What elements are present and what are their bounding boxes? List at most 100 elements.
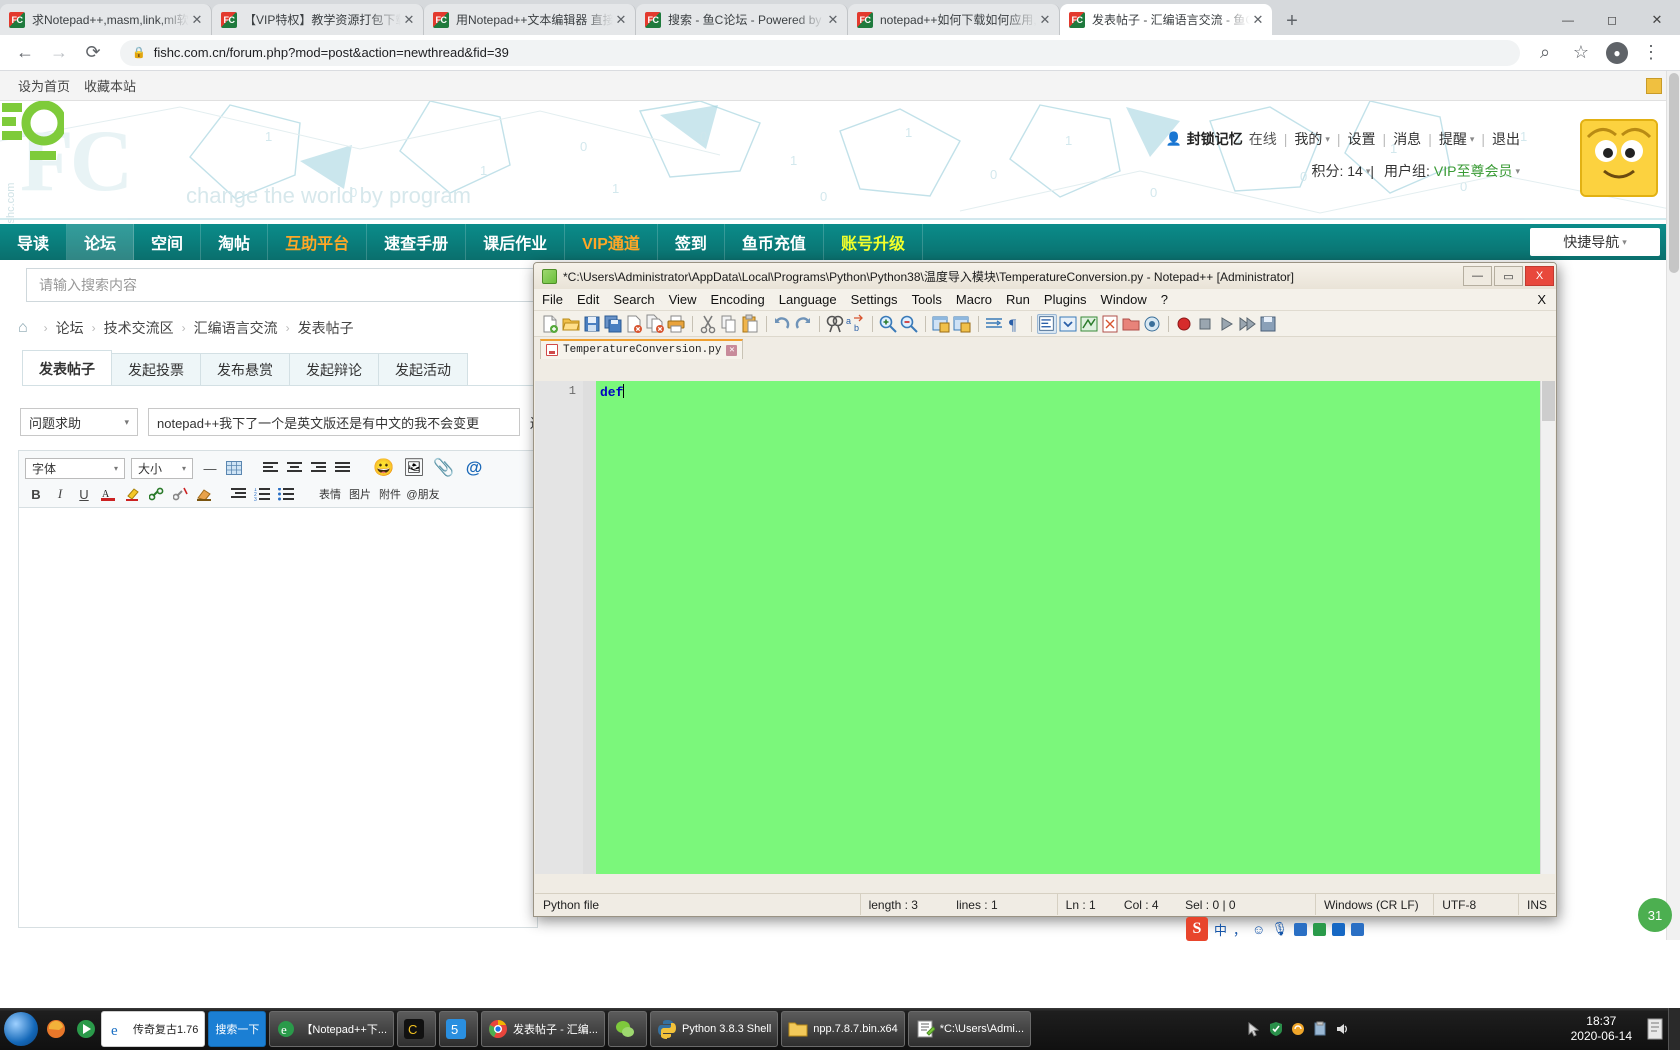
nav-item-qiandao[interactable]: 签到 <box>658 224 725 260</box>
print-icon[interactable] <box>666 314 686 334</box>
align-left-icon[interactable] <box>259 457 281 479</box>
close-document-icon[interactable]: X <box>1537 292 1546 307</box>
breadcrumb-item-forum[interactable]: 论坛 <box>56 318 84 338</box>
tab-close-icon[interactable]: ✕ <box>189 12 205 28</box>
align-justify-icon[interactable] <box>331 457 353 479</box>
tray-mouse-icon[interactable] <box>1243 1018 1265 1040</box>
taskbar-item-legend[interactable]: e 传奇复古1.76 <box>101 1011 206 1047</box>
nav-item-luntan[interactable]: 论坛 <box>67 224 135 260</box>
document-tab[interactable]: TemperatureConversion.py ✕ <box>540 339 744 359</box>
taskbar-clock[interactable]: 18:37 2020-06-14 <box>1571 1014 1642 1044</box>
taskbar-extra-icon[interactable] <box>1642 1012 1668 1046</box>
profile-avatar[interactable]: ● <box>1606 41 1628 64</box>
font-size-select[interactable]: 大小 ▾ <box>131 457 193 479</box>
menu-edit[interactable]: Edit <box>577 292 599 307</box>
zoom-out-icon[interactable] <box>899 314 919 334</box>
align-right-icon[interactable] <box>307 457 329 479</box>
page-scrollbar[interactable] <box>1666 71 1680 940</box>
find-icon[interactable] <box>825 314 845 334</box>
ime-mic-icon[interactable]: 🎙 <box>1271 921 1288 937</box>
italic-button[interactable]: I <box>49 483 71 505</box>
align-center-icon[interactable] <box>283 457 305 479</box>
browser-tab[interactable]: FC 求Notepad++,masm,link,ml软 ✕ <box>0 4 212 35</box>
forward-icon[interactable]: → <box>44 38 74 68</box>
nav-item-zhanghaoshengji[interactable]: 账号升级 <box>824 224 923 260</box>
notepadpp-window[interactable]: *C:\Users\Administrator\AppData\Local\Pr… <box>533 262 1557 917</box>
browser-menu-icon[interactable]: ⋮ <box>1636 38 1666 68</box>
username-label[interactable]: 封锁记忆 <box>1187 129 1243 149</box>
menu-macro[interactable]: Macro <box>956 292 992 307</box>
replace-icon[interactable]: ab <box>846 314 866 334</box>
attachment-icon[interactable]: 📎 <box>429 455 459 481</box>
tab-close-icon[interactable]: ✕ <box>613 12 629 28</box>
menu-view[interactable]: View <box>669 292 697 307</box>
macro-play-icon[interactable] <box>1216 314 1236 334</box>
code-text-area[interactable]: def <box>596 381 1555 874</box>
ui-switch-icon[interactable] <box>1058 314 1078 334</box>
menu-settings[interactable]: Settings <box>851 292 898 307</box>
taskbar-item-search[interactable]: 搜索一下 <box>208 1011 267 1047</box>
close-all-icon[interactable] <box>645 314 665 334</box>
back-icon[interactable]: ← <box>10 38 40 68</box>
bold-button[interactable]: B <box>25 483 47 505</box>
new-file-icon[interactable] <box>540 314 560 334</box>
breadcrumb-item-tech[interactable]: 技术交流区 <box>104 318 174 338</box>
underline-button[interactable]: U <box>73 483 95 505</box>
quick-nav-button[interactable]: 快捷导航 ▾ <box>1530 228 1660 256</box>
menu-search[interactable]: Search <box>613 292 654 307</box>
tab-new-debate[interactable]: 发起辩论 <box>289 353 379 386</box>
home-icon[interactable]: ⌂ <box>18 319 28 337</box>
nav-item-daodu[interactable]: 导读 <box>0 224 68 260</box>
taskbar-item-app-5[interactable]: 5 <box>439 1011 479 1047</box>
menu-encoding[interactable]: Encoding <box>711 292 765 307</box>
tab-close-icon[interactable]: ✕ <box>1250 12 1266 28</box>
save-icon[interactable] <box>582 314 602 334</box>
ime-punct-icon[interactable]: ， <box>1233 920 1246 939</box>
notification-badge[interactable]: 31 <box>1638 898 1672 932</box>
editor-vertical-scrollbar[interactable] <box>1540 381 1555 874</box>
tray-volume-icon[interactable] <box>1331 1018 1353 1040</box>
browser-tab[interactable]: FC 【VIP特权】教学资源打包下载地 ✕ <box>212 4 424 35</box>
logout-link[interactable]: 退出 <box>1492 129 1520 149</box>
tab-close-icon[interactable]: ✕ <box>825 12 841 28</box>
macro-record-icon[interactable] <box>1174 314 1194 334</box>
indent-guide-icon[interactable] <box>1037 313 1057 334</box>
save-all-icon[interactable] <box>603 314 623 334</box>
tray-sync-icon[interactable] <box>1287 1018 1309 1040</box>
nav-item-taotie[interactable]: 淘帖 <box>201 224 269 260</box>
tab-new-reward[interactable]: 发布悬赏 <box>200 353 290 386</box>
my-menu-link[interactable]: 我的 <box>1294 129 1322 149</box>
highlight-icon[interactable] <box>121 483 143 505</box>
npp-minimize-button[interactable]: — <box>1463 266 1492 286</box>
nav-item-kongjian[interactable]: 空间 <box>134 224 202 260</box>
nav-item-viptongdao[interactable]: VIP通道 <box>565 224 658 260</box>
set-homepage-link[interactable]: 设为首页 <box>18 76 70 95</box>
qq-login-icon[interactable] <box>1646 77 1662 94</box>
taskbar-item-chrome[interactable]: 发表帖子 - 汇编... <box>481 1011 605 1047</box>
settings-link[interactable]: 设置 <box>1348 129 1376 149</box>
window-close-button[interactable]: ✕ <box>1634 5 1680 35</box>
tab-new-thread[interactable]: 发表帖子 <box>22 350 112 386</box>
folder-workspace-icon[interactable] <box>1121 314 1141 334</box>
doc-map-icon[interactable] <box>1100 314 1120 334</box>
code-editor[interactable]: 1 def <box>535 381 1555 874</box>
macro-play-multiple-icon[interactable] <box>1237 314 1257 334</box>
reload-icon[interactable]: ⟳ <box>78 38 108 68</box>
ime-grid-icon[interactable] <box>1350 922 1364 936</box>
bookmark-star-icon[interactable]: ☆ <box>1566 38 1596 68</box>
taskbar-item-notepadpp[interactable]: *C:\Users\Admi... <box>907 1011 1032 1047</box>
mention-icon[interactable]: @ <box>459 455 489 481</box>
category-select[interactable]: 问题求助 ▾ <box>20 408 138 436</box>
table-icon[interactable] <box>223 457 245 479</box>
nav-item-yubichongzhi[interactable]: 鱼币充值 <box>725 224 824 260</box>
macro-stop-icon[interactable] <box>1195 314 1215 334</box>
ime-toolbox-icon[interactable] <box>1312 922 1326 936</box>
tab-close-icon[interactable]: ✕ <box>401 12 417 28</box>
menu-language[interactable]: Language <box>779 292 837 307</box>
page-scrollbar-thumb[interactable] <box>1669 73 1679 273</box>
tab-close-icon[interactable]: ✕ <box>1037 12 1053 28</box>
nav-item-huzhupingtai[interactable]: 互助平台 <box>268 224 368 260</box>
window-maximize-button[interactable]: ◻ <box>1590 5 1634 35</box>
post-body-editor[interactable] <box>18 508 538 928</box>
function-list-icon[interactable] <box>1079 314 1099 334</box>
